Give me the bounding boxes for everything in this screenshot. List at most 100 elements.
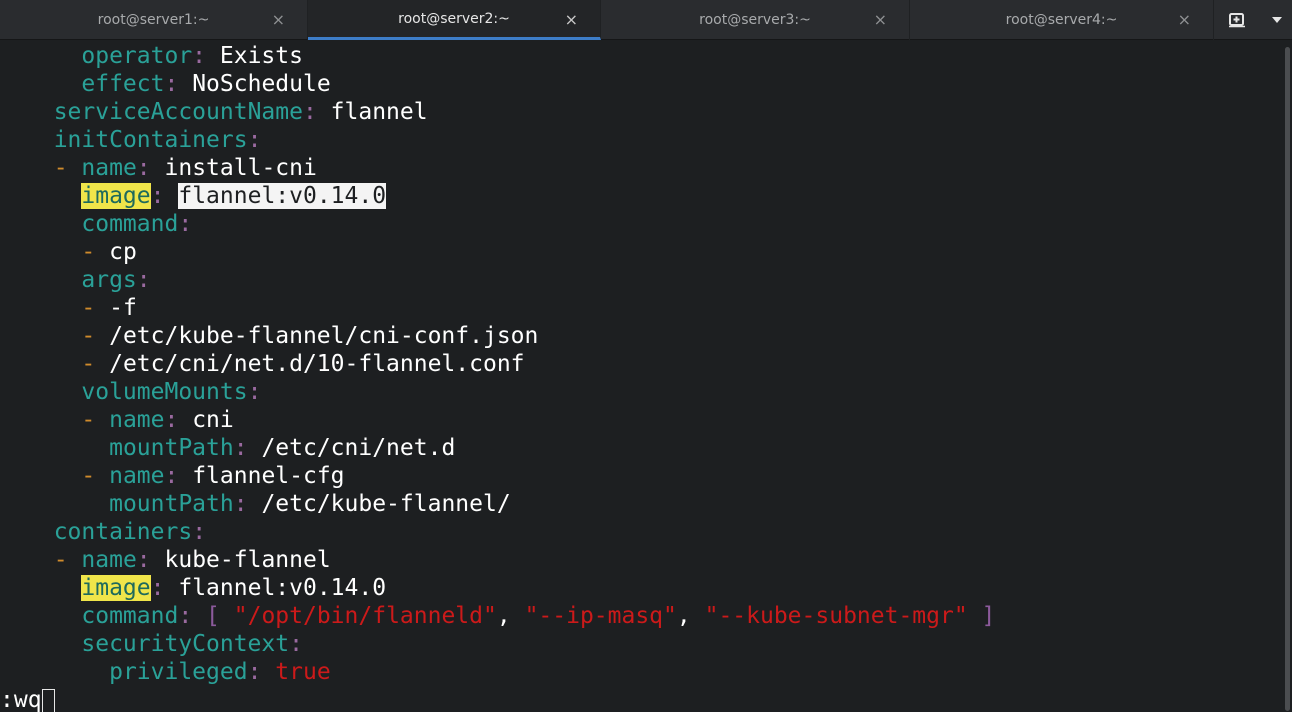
- key-colon: :: [178, 211, 193, 237]
- yaml-value: -f: [109, 295, 137, 321]
- yaml-key: initContainers: [53, 127, 248, 153]
- yaml-key: effect: [81, 71, 165, 97]
- yaml-value: cni: [192, 407, 234, 433]
- yaml-value: NoSchedule: [192, 71, 331, 97]
- key-colon: :: [289, 631, 303, 657]
- yaml-key: volumeMounts: [81, 379, 248, 405]
- editor-line: - name: flannel-cfg: [26, 462, 344, 490]
- yaml-value: /etc/kube-flannel/: [261, 491, 511, 517]
- tab-server3[interactable]: root@server3:~ ×: [601, 0, 910, 40]
- tab-label: root@server2:~: [398, 10, 510, 27]
- yaml-value: Exists: [219, 43, 303, 69]
- scrollbar[interactable]: [1284, 41, 1292, 712]
- list-dash: -: [81, 351, 110, 377]
- yaml-key: args: [81, 267, 137, 293]
- editor-line: - -f: [26, 294, 137, 322]
- key-colon: :: [192, 43, 207, 69]
- yaml-key: name: [109, 407, 165, 433]
- yaml-key: command: [81, 211, 179, 237]
- list-dash: -: [53, 155, 82, 181]
- editor-line: containers:: [26, 518, 206, 546]
- yaml-value: kube-flannel: [164, 547, 331, 573]
- new-tab-button[interactable]: [1224, 8, 1250, 32]
- yaml-key: mountPath: [109, 435, 234, 461]
- editor-line: args:: [26, 266, 150, 294]
- yaml-value: flannel:v0.14.0: [178, 183, 387, 209]
- array-string: "/opt/bin/flanneld": [233, 603, 497, 629]
- key-colon: :: [150, 575, 165, 601]
- editor-line: effect: NoSchedule: [26, 70, 331, 98]
- chevron-down-icon: [1272, 17, 1282, 23]
- key-colon: :: [150, 183, 165, 209]
- yaml-value: /etc/cni/net.d/10-flannel.conf: [109, 351, 525, 377]
- terminal-viewport[interactable]: operator: Exists effect: NoSchedule serv…: [0, 41, 1282, 712]
- yaml-value: install-cni: [164, 155, 317, 181]
- key-colon: :: [302, 99, 317, 125]
- command-text: :wq: [0, 687, 42, 712]
- editor-line: initContainers:: [26, 126, 262, 154]
- tab-server4[interactable]: root@server4:~ ×: [910, 0, 1214, 40]
- close-icon[interactable]: ×: [565, 10, 578, 29]
- close-icon[interactable]: ×: [1178, 10, 1191, 29]
- tab-label: root@server1:~: [97, 12, 210, 28]
- tab-label: root@server3:~: [699, 12, 811, 28]
- editor-line: - cp: [26, 238, 136, 266]
- editor-line: mountPath: /etc/cni/net.d: [26, 434, 455, 462]
- editor-line: - name: install-cni: [26, 154, 317, 182]
- yaml-value: flannel: [330, 99, 428, 125]
- yaml-key: name: [109, 463, 165, 489]
- editor-line: serviceAccountName: flannel: [26, 98, 428, 126]
- key-colon: :: [136, 547, 151, 573]
- array-string: "--ip-masq": [524, 603, 677, 629]
- array-string: "--kube-subnet-mgr": [704, 603, 968, 629]
- key-colon: :: [233, 435, 248, 461]
- key-colon: :: [178, 603, 193, 629]
- close-icon[interactable]: ×: [874, 10, 887, 29]
- list-dash: -: [53, 547, 82, 573]
- close-icon[interactable]: ×: [272, 10, 285, 29]
- yaml-key: securityContext: [81, 631, 290, 657]
- vim-command-line[interactable]: :wq: [0, 686, 55, 712]
- yaml-key: serviceAccountName: [53, 99, 303, 125]
- editor-line: - /etc/kube-flannel/cni-conf.json: [26, 322, 538, 350]
- tab-server1[interactable]: root@server1:~ ×: [0, 0, 308, 40]
- editor-line: operator: Exists: [26, 42, 303, 70]
- key-colon: :: [192, 519, 207, 545]
- yaml-key: mountPath: [109, 491, 234, 517]
- key-colon: :: [247, 127, 262, 153]
- tab-server2[interactable]: root@server2:~ ×: [308, 0, 601, 40]
- list-dash: -: [81, 407, 110, 433]
- yaml-key: image: [81, 575, 151, 601]
- key-colon: :: [164, 463, 179, 489]
- tab-menu-button[interactable]: [1266, 8, 1288, 32]
- tab-bar: root@server1:~ × root@server2:~ × root@s…: [0, 0, 1292, 40]
- yaml-key: command: [81, 603, 179, 629]
- scrollbar-thumb[interactable]: [1285, 47, 1290, 711]
- key-colon: :: [233, 491, 248, 517]
- bracket-close: ]: [967, 603, 996, 629]
